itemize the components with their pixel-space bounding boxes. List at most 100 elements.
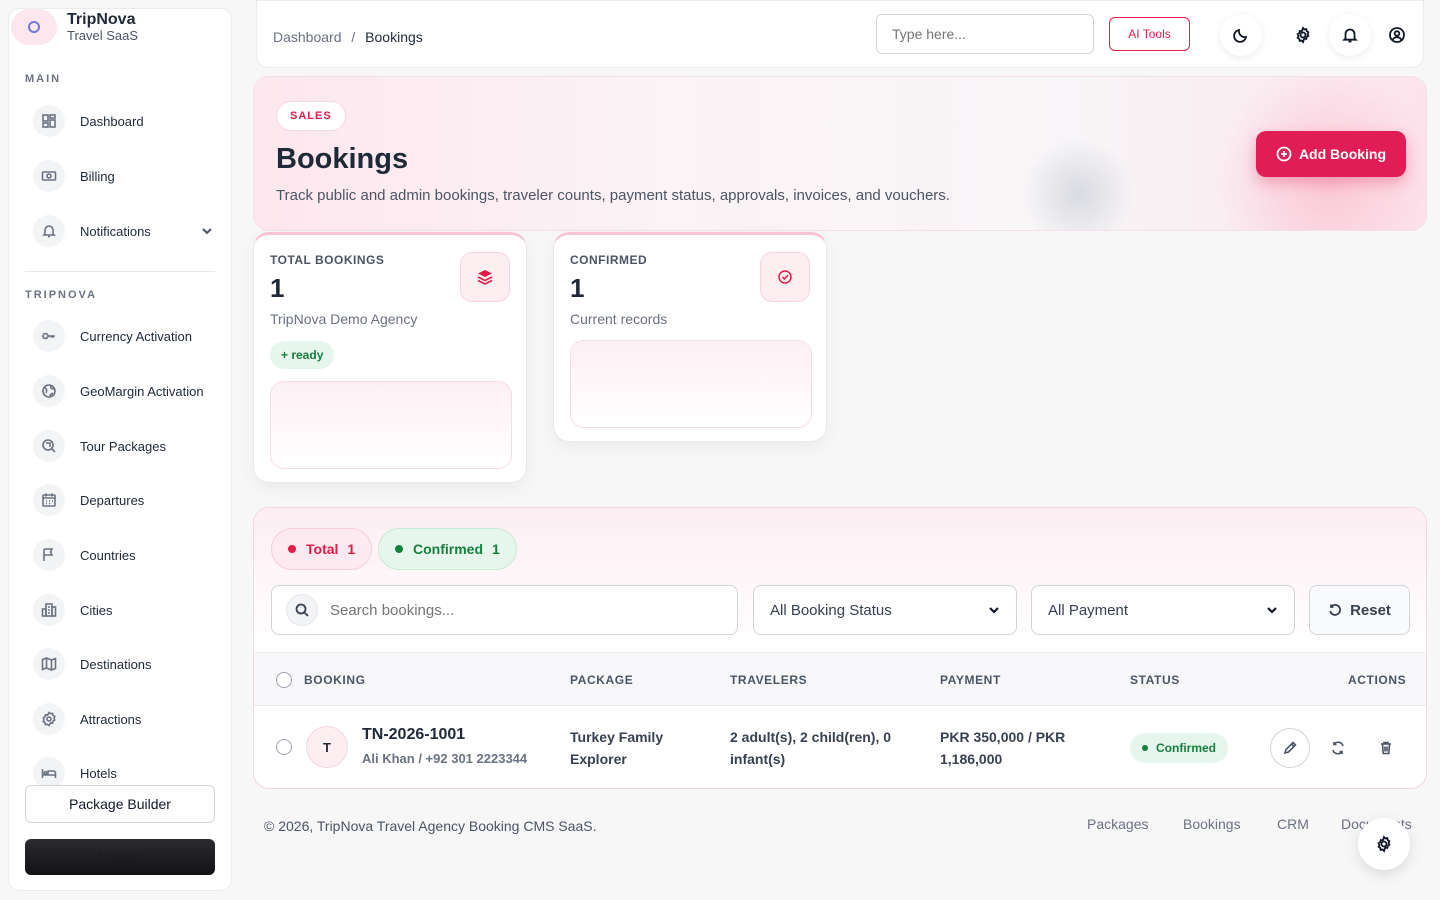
col-status: STATUS <box>1130 673 1180 687</box>
dashboard-grid-icon <box>33 105 65 137</box>
pill-count: 1 <box>347 541 356 557</box>
floating-settings-button[interactable] <box>1358 818 1410 870</box>
layers-icon <box>460 252 510 302</box>
payment-line: 1,186,000 <box>940 751 1003 767</box>
sidebar-item-departures[interactable]: Departures <box>25 480 215 520</box>
dark-mode-toggle[interactable] <box>1220 14 1262 56</box>
sidebar-item-dashboard[interactable]: Dashboard <box>25 101 215 141</box>
col-booking: BOOKING <box>304 673 366 687</box>
package-line: Turkey Family <box>570 729 664 745</box>
brand-logo-icon <box>11 9 57 45</box>
reset-filters-button[interactable]: Reset <box>1309 585 1410 635</box>
gear-icon <box>1296 26 1310 44</box>
add-booking-button[interactable]: Add Booking <box>1256 131 1406 177</box>
sidebar-item-label: Cities <box>80 602 113 618</box>
breadcrumb-root[interactable]: Dashboard <box>273 29 342 45</box>
gear-badge-icon <box>33 703 65 735</box>
breadcrumb-separator: / <box>351 29 356 45</box>
sidebar-item-label: Currency Activation <box>80 328 192 344</box>
footer-link-bookings[interactable]: Bookings <box>1183 816 1241 832</box>
footer-copyright: © 2026, TripNova Travel Agency Booking C… <box>264 818 597 834</box>
stat-label: TOTAL BOOKINGS <box>270 253 385 267</box>
top-navbar: Dashboard / Bookings AI Tools <box>256 0 1424 68</box>
stat-label: CONFIRMED <box>570 253 648 267</box>
status-dot <box>395 545 403 553</box>
settings-button[interactable] <box>1282 14 1324 56</box>
sidebar-item-countries[interactable]: Countries <box>25 535 215 575</box>
col-payment: PAYMENT <box>940 673 1001 687</box>
sync-button[interactable] <box>1318 728 1358 768</box>
pill-label: Total <box>306 541 339 557</box>
refresh-icon <box>1332 741 1344 755</box>
payment-select[interactable]: All Payment <box>1031 585 1295 635</box>
building-icon <box>33 594 65 626</box>
sidebar-item-label: Billing <box>80 168 115 184</box>
col-package: PACKAGE <box>570 673 634 687</box>
payment-cell: PKR 350,000 / PKR 1,186,000 <box>940 726 1065 770</box>
footer-link-packages[interactable]: Packages <box>1087 816 1148 832</box>
key-icon <box>33 320 65 352</box>
sidebar-item-geomargin-activation[interactable]: GeoMargin Activation <box>25 371 215 411</box>
sidebar-divider <box>25 271 215 272</box>
sidebar-item-attractions[interactable]: Attractions <box>25 699 215 739</box>
user-circle-icon <box>1389 27 1405 43</box>
sidebar-item-label: Dashboard <box>80 113 144 129</box>
chevron-down-icon[interactable] <box>201 224 213 242</box>
global-search-input[interactable] <box>876 14 1094 54</box>
sidebar-item-tour-packages[interactable]: Tour Packages <box>25 426 215 466</box>
sidebar-item-label: Tour Packages <box>80 438 166 454</box>
sidebar-item-billing[interactable]: Billing <box>25 156 215 196</box>
gear-icon <box>1377 835 1391 853</box>
booking-id[interactable]: TN-2026-1001 <box>362 726 465 744</box>
select-value: All Booking Status <box>770 601 892 619</box>
bookings-search <box>271 585 738 635</box>
booking-status-select[interactable]: All Booking Status <box>753 585 1017 635</box>
profile-button[interactable] <box>1376 14 1418 56</box>
row-checkbox[interactable] <box>276 739 292 755</box>
ai-tools-button[interactable]: AI Tools <box>1109 17 1190 51</box>
sidebar-item-label: Hotels <box>80 765 117 781</box>
sidebar-item-cities[interactable]: Cities <box>25 590 215 630</box>
logout-button[interactable]: Logout <box>25 839 215 875</box>
brand[interactable]: TripNova Travel SaaS <box>11 9 138 45</box>
search-icon <box>286 594 318 626</box>
decorative-blob <box>1024 139 1134 230</box>
trash-icon <box>1381 741 1391 755</box>
sidebar-item-label: GeoMargin Activation <box>80 383 204 399</box>
booking-customer: Ali Khan / +92 301 2223344 <box>362 751 528 766</box>
edit-button[interactable] <box>1270 728 1310 768</box>
page-title: Bookings <box>276 143 409 175</box>
select-all-checkbox[interactable] <box>276 672 292 688</box>
stat-sparkline <box>270 381 512 469</box>
bell-icon <box>33 215 65 247</box>
page-hero: SALES Bookings Track public and admin bo… <box>253 76 1427 231</box>
avatar: T <box>306 726 348 768</box>
travelers-line: 2 adult(s), 2 child(ren), 0 <box>730 729 892 745</box>
sidebar: TripNova Travel SaaS MAIN Dashboard Bill… <box>8 8 232 891</box>
select-value: All Payment <box>1048 601 1129 619</box>
delete-button[interactable] <box>1366 728 1406 768</box>
table-row: T TN-2026-1001 Ali Khan / +92 301 222334… <box>254 706 1426 788</box>
status-badge: Confirmed <box>1130 733 1228 763</box>
notifications-button[interactable] <box>1329 14 1371 56</box>
globe-icon <box>33 375 65 407</box>
sidebar-item-notifications[interactable]: Notifications <box>25 211 215 251</box>
bookings-search-input[interactable] <box>330 601 710 619</box>
brand-title: TripNova <box>67 11 136 28</box>
sidebar-item-destinations[interactable]: Destinations <box>25 644 215 684</box>
filter-pill-confirmed[interactable]: Confirmed 1 <box>378 528 517 570</box>
package-builder-button[interactable]: Package Builder <box>25 785 215 823</box>
pill-label: Confirmed <box>413 541 483 557</box>
stat-card-confirmed: CONFIRMED 1 Current records <box>553 232 827 442</box>
stat-value: 1 <box>270 273 285 303</box>
col-travelers: TRAVELERS <box>730 673 808 687</box>
filter-pill-total[interactable]: Total 1 <box>271 528 373 570</box>
sidebar-item-currency-activation[interactable]: Currency Activation <box>25 316 215 356</box>
travelers-cell: 2 adult(s), 2 child(ren), 0 infant(s) <box>730 726 891 770</box>
stat-subtitle: TripNova Demo Agency <box>270 311 418 327</box>
status-label: Confirmed <box>1156 741 1216 755</box>
status-dot <box>1142 745 1148 751</box>
ready-badge: + ready <box>270 341 335 369</box>
stat-subtitle: Current records <box>570 311 668 327</box>
footer-link-crm[interactable]: CRM <box>1277 816 1309 832</box>
